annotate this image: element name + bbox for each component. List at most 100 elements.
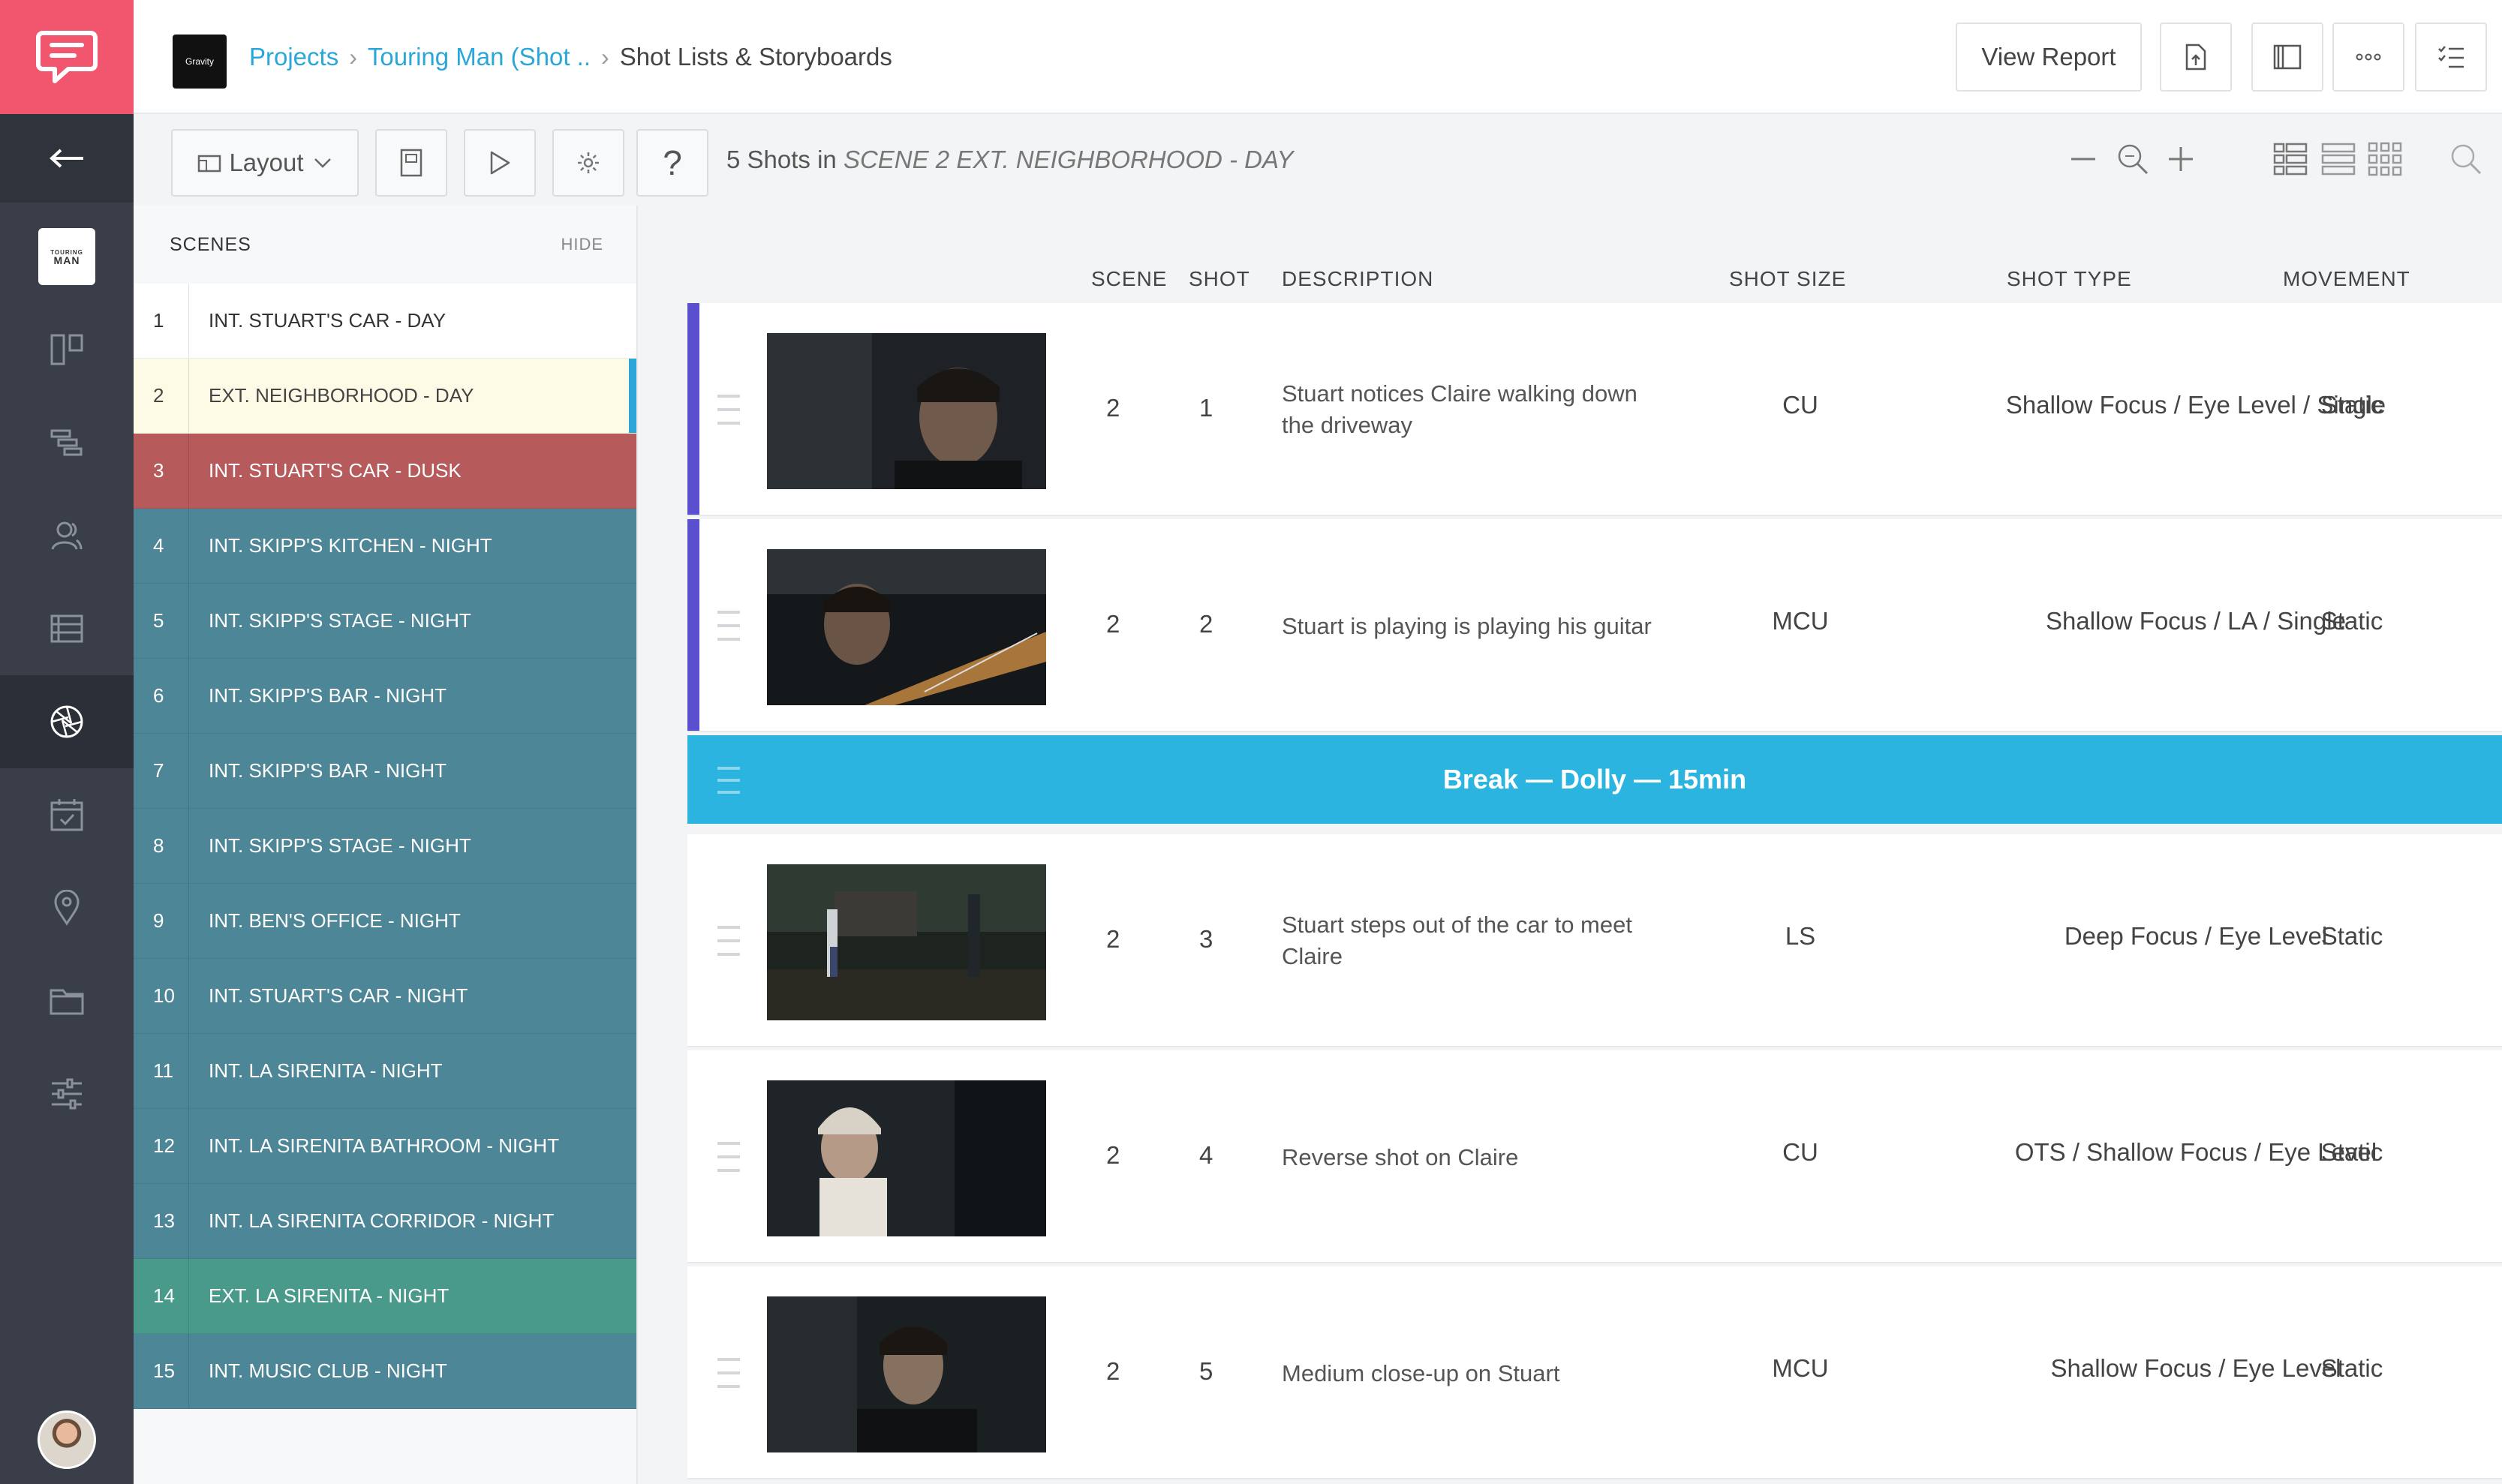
column-header-shot[interactable]: SHOT: [1189, 267, 1250, 291]
drag-handle-icon[interactable]: [717, 611, 740, 641]
shot-description[interactable]: Stuart is playing is playing his guitar: [1282, 611, 1672, 642]
play-presentation-button[interactable]: [464, 129, 536, 197]
breadcrumb-project[interactable]: Touring Man (Shot ..: [368, 43, 591, 71]
panel-toggle-button[interactable]: [2251, 23, 2323, 92]
scene-item[interactable]: 14 EXT. LA SIRENITA - NIGHT: [134, 1259, 636, 1334]
shot-row[interactable]: 2 4 Reverse shot on Claire CU OTS / Shallow …: [687, 1050, 2502, 1263]
shot-movement[interactable]: Static: [2299, 391, 2404, 419]
app-logo[interactable]: [0, 0, 134, 114]
scene-item[interactable]: 2 EXT. NEIGHBORHOOD - DAY: [134, 359, 636, 434]
shot-size[interactable]: MCU: [1752, 607, 1849, 635]
layout-dropdown[interactable]: Layout: [171, 129, 359, 197]
scene-item[interactable]: 8 INT. SKIPP'S STAGE - NIGHT: [134, 809, 636, 884]
shot-description[interactable]: Reverse shot on Claire: [1282, 1142, 1672, 1173]
column-header-description[interactable]: DESCRIPTION: [1282, 267, 1433, 291]
shot-movement[interactable]: Static: [2299, 607, 2404, 635]
shot-row[interactable]: 2 1 Stuart notices Claire walking down the…: [687, 303, 2502, 516]
nav-shot-lists[interactable]: [0, 675, 134, 768]
shot-row[interactable]: 2 2 Stuart is playing is playing his guita…: [687, 519, 2502, 732]
shot-movement[interactable]: Static: [2299, 922, 2404, 951]
column-header-shot-type[interactable]: SHOT TYPE: [2007, 267, 2132, 291]
project-thumbnail[interactable]: TOURING MAN: [0, 210, 134, 303]
user-avatar[interactable]: [38, 1410, 96, 1469]
zoom-in-button[interactable]: [2158, 137, 2203, 182]
scene-item[interactable]: 12 INT. LA SIRENITA BATHROOM - NIGHT: [134, 1109, 636, 1184]
scene-item[interactable]: 1 INT. STUART'S CAR - DAY: [134, 284, 636, 359]
checklist-button[interactable]: [2415, 23, 2487, 92]
back-button[interactable]: [0, 114, 134, 203]
scene-name: INT. MUSIC CLUB - NIGHT: [209, 1359, 447, 1382]
scene-item[interactable]: 4 INT. SKIPP'S KITCHEN - NIGHT: [134, 509, 636, 584]
shot-size[interactable]: MCU: [1752, 1354, 1849, 1383]
nav-locations[interactable]: [0, 861, 134, 954]
shot-size[interactable]: CU: [1752, 391, 1849, 419]
shot-row[interactable]: 2 3 Stuart steps out of the car to meet Cl…: [687, 834, 2502, 1047]
help-button[interactable]: ?: [636, 129, 708, 197]
scene-item[interactable]: 3 INT. STUART'S CAR - DUSK: [134, 434, 636, 509]
storyboard-view-button[interactable]: [375, 129, 447, 197]
shot-thumbnail[interactable]: [767, 1080, 1046, 1236]
scene-name: INT. SKIPP'S STAGE - NIGHT: [209, 834, 471, 857]
view-grid-button[interactable]: [2364, 137, 2406, 182]
breadcrumb-chevron-icon: ›: [349, 43, 357, 71]
drag-handle-icon[interactable]: [717, 767, 740, 794]
scene-number: 1: [134, 284, 189, 358]
organization-logo[interactable]: Gravity: [173, 35, 227, 89]
zoom-fit-button[interactable]: [2110, 137, 2155, 182]
export-button[interactable]: [2160, 23, 2232, 92]
drag-handle-icon[interactable]: [717, 395, 740, 425]
shot-size[interactable]: LS: [1752, 922, 1849, 951]
search-icon: [2451, 144, 2482, 175]
shot-description[interactable]: Medium close-up on Stuart: [1282, 1358, 1672, 1389]
shot-movement[interactable]: Static: [2299, 1354, 2404, 1383]
settings-button[interactable]: [552, 129, 624, 197]
nav-files[interactable]: [0, 954, 134, 1047]
column-header-scene[interactable]: SCENE: [1091, 267, 1167, 291]
shot-thumbnail[interactable]: [767, 333, 1046, 489]
shot-row[interactable]: 2 5 Medium close-up on Stuart MCU Shallow Fo…: [687, 1266, 2502, 1479]
folder-icon: [50, 989, 84, 1015]
drag-handle-icon[interactable]: [717, 1358, 740, 1388]
file-export-icon: [2185, 44, 2206, 71]
scene-item[interactable]: 15 INT. MUSIC CLUB - NIGHT: [134, 1334, 636, 1409]
zoom-out-button[interactable]: [2061, 137, 2106, 182]
nav-stripboard[interactable]: [0, 582, 134, 675]
minus-icon: [2071, 158, 2095, 161]
scene-item[interactable]: 11 INT. LA SIRENITA - NIGHT: [134, 1034, 636, 1109]
hide-scenes-button[interactable]: HIDE: [561, 235, 603, 254]
more-options-button[interactable]: [2332, 23, 2404, 92]
view-report-button[interactable]: View Report: [1956, 23, 2142, 92]
nav-calendar[interactable]: [0, 768, 134, 861]
nav-boards[interactable]: [0, 303, 134, 396]
shot-thumbnail[interactable]: [767, 1296, 1046, 1452]
scene-item[interactable]: 13 INT. LA SIRENITA CORRIDOR - NIGHT: [134, 1184, 636, 1259]
aperture-icon: [50, 705, 83, 738]
shot-movement[interactable]: Static: [2299, 1138, 2404, 1167]
scene-item[interactable]: 5 INT. SKIPP'S STAGE - NIGHT: [134, 584, 636, 659]
nav-settings[interactable]: [0, 1047, 134, 1140]
scene-item[interactable]: 6 INT. SKIPP'S BAR - NIGHT: [134, 659, 636, 734]
nav-contacts[interactable]: [0, 489, 134, 582]
nav-schedule[interactable]: [0, 396, 134, 489]
column-header-shot-size[interactable]: SHOT SIZE: [1729, 267, 1846, 291]
column-header-movement[interactable]: MOVEMENT: [2283, 267, 2410, 291]
drag-handle-icon[interactable]: [717, 926, 740, 956]
break-row[interactable]: Break — Dolly — 15min: [687, 735, 2502, 824]
search-button[interactable]: [2445, 137, 2487, 182]
scene-item[interactable]: 10 INT. STUART'S CAR - NIGHT: [134, 959, 636, 1034]
boards-icon: [50, 334, 83, 365]
view-list-button[interactable]: [2317, 137, 2359, 182]
view-list-detail-button[interactable]: [2269, 137, 2311, 182]
shot-accent-bar: [687, 519, 699, 731]
scene-item[interactable]: 9 INT. BEN'S OFFICE - NIGHT: [134, 884, 636, 959]
scene-item[interactable]: 7 INT. SKIPP'S BAR - NIGHT: [134, 734, 636, 809]
shot-thumbnail[interactable]: [767, 549, 1046, 705]
shot-size[interactable]: CU: [1752, 1138, 1849, 1167]
drag-handle-icon[interactable]: [717, 1142, 740, 1172]
left-rail: TOURING MAN: [0, 0, 134, 1484]
shot-thumbnail[interactable]: [767, 864, 1046, 1020]
shot-description[interactable]: Stuart notices Claire walking down the d…: [1282, 378, 1672, 441]
shot-description[interactable]: Stuart steps out of the car to meet Clai…: [1282, 909, 1672, 972]
shot-scene-number: 2: [1106, 610, 1120, 638]
breadcrumb-projects[interactable]: Projects: [249, 43, 338, 71]
